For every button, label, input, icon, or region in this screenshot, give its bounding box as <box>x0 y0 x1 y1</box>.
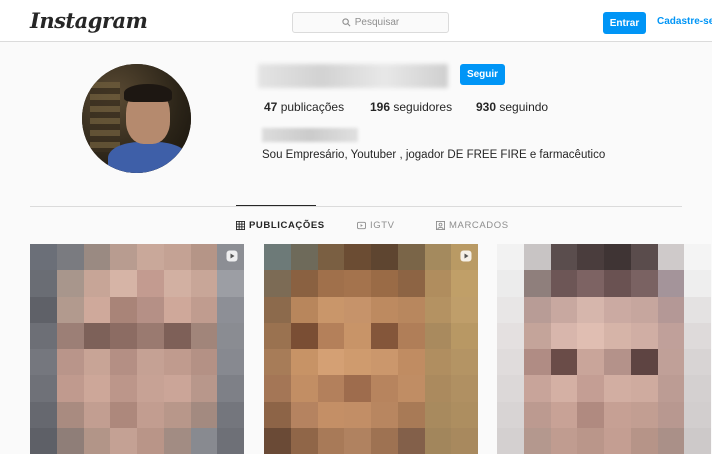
follow-button[interactable]: Seguir <box>460 64 505 85</box>
posts-count: 47 publicações <box>264 100 345 114</box>
login-button[interactable]: Entrar <box>603 12 646 34</box>
top-nav-bar: Instagram Pesquisar Entrar Cadastre-se <box>0 0 712 42</box>
search-input[interactable]: Pesquisar <box>292 12 449 33</box>
tab-publicacoes[interactable]: PUBLICAÇÕES <box>236 220 325 231</box>
reel-icon <box>460 250 472 262</box>
profile-avatar <box>82 64 191 173</box>
following-count[interactable]: 930 seguindo <box>476 100 548 114</box>
reel-icon <box>226 250 238 262</box>
post-thumbnail[interactable] <box>30 244 244 454</box>
search-icon <box>342 18 351 27</box>
tv-icon <box>357 221 366 230</box>
fullname-redacted <box>262 128 358 142</box>
search-placeholder: Pesquisar <box>354 17 400 28</box>
tabs-divider <box>30 206 682 207</box>
post-image-pixelated <box>497 244 711 454</box>
profile-bio: Sou Empresário, Youtuber , jogador DE FR… <box>262 149 606 161</box>
tagged-icon <box>436 221 445 230</box>
grid-icon <box>236 221 245 230</box>
active-tab-indicator <box>236 205 316 206</box>
post-thumbnail[interactable] <box>497 244 711 454</box>
post-image-pixelated <box>30 244 244 454</box>
signup-link[interactable]: Cadastre-se <box>657 16 712 27</box>
tab-marcados[interactable]: MARCADOS <box>436 220 509 231</box>
instagram-logo[interactable]: Instagram <box>30 8 148 33</box>
followers-count[interactable]: 196 seguidores <box>370 100 452 114</box>
post-thumbnail[interactable] <box>264 244 478 454</box>
username-redacted <box>258 64 448 88</box>
tab-igtv[interactable]: IGTV <box>357 220 395 231</box>
post-image-pixelated <box>264 244 478 454</box>
